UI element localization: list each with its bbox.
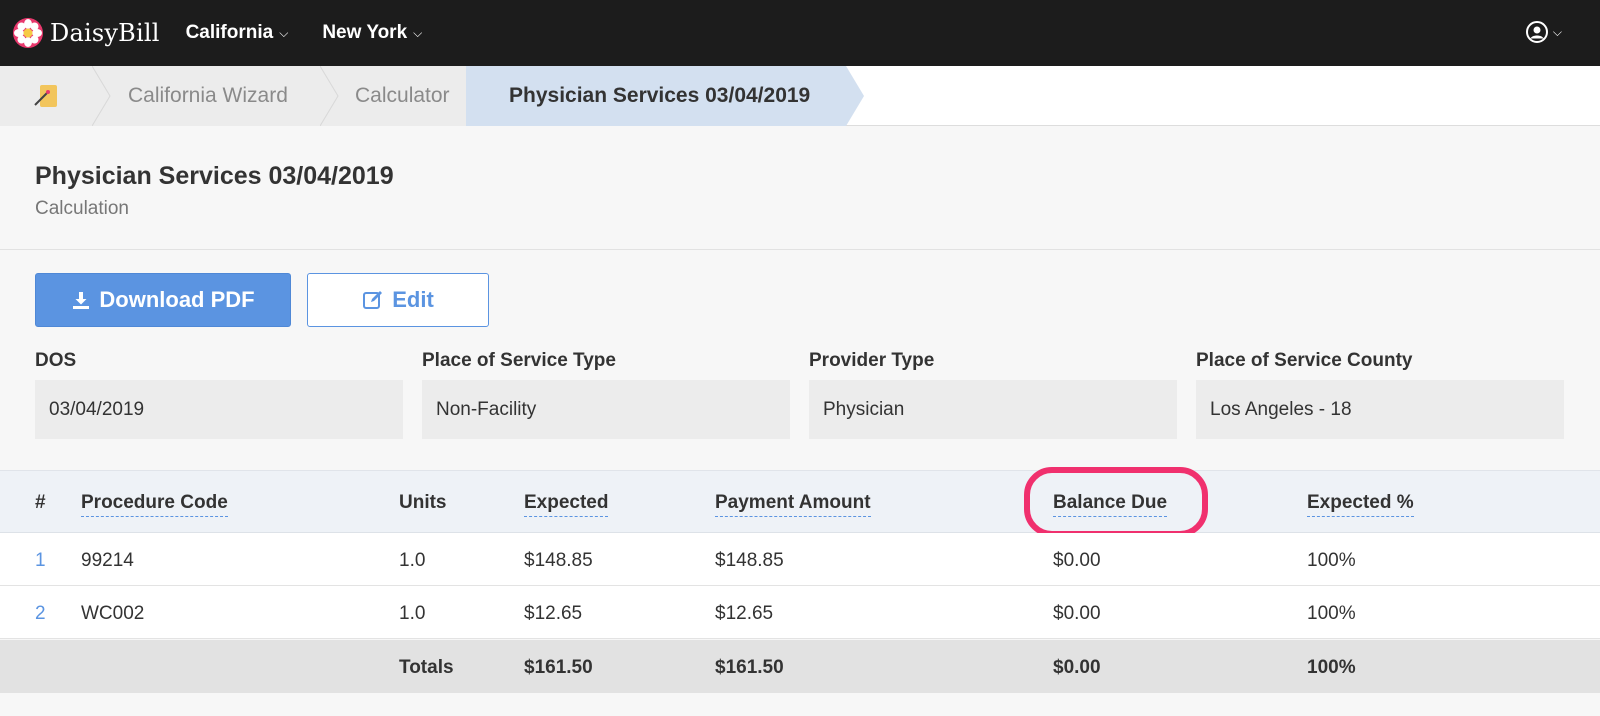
breadcrumb-home[interactable] <box>0 66 92 126</box>
total-expected: $161.50 <box>524 657 593 678</box>
place-of-service-type-label: Place of Service Type <box>422 350 616 371</box>
provider-type-label: Provider Type <box>809 350 935 371</box>
column-header-expected-percent[interactable]: Expected % <box>1307 492 1414 517</box>
total-balance-due: $0.00 <box>1053 657 1101 678</box>
units-cell: 1.0 <box>399 603 426 624</box>
download-pdf-button[interactable]: Download PDF <box>35 273 291 327</box>
expected-cell: $148.85 <box>524 550 593 571</box>
table-row: 1 99214 1.0 $148.85 $148.85 $0.00 100% <box>0 533 1600 586</box>
breadcrumb-california-wizard[interactable]: California Wizard <box>92 66 320 126</box>
place-of-service-county-value: Los Angeles - 18 <box>1196 380 1564 439</box>
nav-menu-california[interactable]: California ⌵ <box>186 22 289 44</box>
provider-type-value: Physician <box>809 380 1177 439</box>
balance-due-highlight <box>1024 467 1208 537</box>
total-payment-amount: $161.50 <box>715 657 784 678</box>
nav-menu-label: New York <box>322 22 408 43</box>
page-header: Physician Services 03/04/2019 Calculatio… <box>0 142 1600 250</box>
column-header-expected[interactable]: Expected <box>524 492 609 517</box>
chevron-down-icon: ⌵ <box>279 25 289 40</box>
balance-due-cell: $0.00 <box>1053 550 1101 571</box>
breadcrumb-current: Physician Services 03/04/2019 <box>466 66 846 126</box>
column-header-units: Units <box>399 492 447 513</box>
wand-icon <box>34 85 57 107</box>
payment-amount-cell: $12.65 <box>715 603 774 624</box>
download-icon <box>73 292 90 309</box>
payment-amount-cell: $148.85 <box>715 550 784 571</box>
totals-label: Totals <box>399 657 454 678</box>
edit-label: Edit <box>392 287 434 312</box>
table-header: # Procedure Code Units Expected Payment … <box>0 470 1600 533</box>
expected-percent-cell: 100% <box>1307 550 1356 571</box>
page-footer-space <box>0 693 1600 716</box>
chevron-down-icon: ⌵ <box>413 25 423 40</box>
totals-row: Totals $161.50 $161.50 $0.00 100% <box>0 640 1600 693</box>
place-of-service-type-value: Non-Facility <box>422 380 790 439</box>
top-nav: DaisyBill California ⌵ New York ⌵ ⌵ <box>0 0 1600 66</box>
table-row: 2 WC002 1.0 $12.65 $12.65 $0.00 100% <box>0 586 1600 639</box>
edit-icon <box>363 291 383 309</box>
edit-button[interactable]: Edit <box>307 273 489 327</box>
column-header-procedure-code[interactable]: Procedure Code <box>81 492 228 517</box>
brand-name: DaisyBill <box>50 19 160 47</box>
procedure-code-cell: 99214 <box>81 550 134 571</box>
row-number-link[interactable]: 2 <box>35 603 46 625</box>
breadcrumb-calculator[interactable]: Calculator <box>320 66 466 126</box>
nav-menu-label: California <box>185 22 274 43</box>
page-subtitle: Calculation <box>35 198 129 219</box>
user-circle-icon <box>1525 21 1548 43</box>
breadcrumb-separator <box>92 66 111 126</box>
row-number-link[interactable]: 1 <box>35 550 46 572</box>
expected-cell: $12.65 <box>524 603 583 624</box>
brand-logo[interactable]: DaisyBill <box>12 17 160 49</box>
breadcrumb-separator <box>846 66 864 126</box>
total-expected-percent: 100% <box>1307 657 1356 678</box>
expected-percent-cell: 100% <box>1307 603 1356 624</box>
dos-label: DOS <box>35 350 77 371</box>
page-title: Physician Services 03/04/2019 <box>35 162 394 190</box>
breadcrumb-separator <box>320 66 339 126</box>
procedure-code-cell: WC002 <box>81 603 145 624</box>
column-header-number: # <box>35 492 46 513</box>
place-of-service-county-label: Place of Service County <box>1196 350 1413 371</box>
balance-due-cell: $0.00 <box>1053 603 1101 624</box>
user-menu[interactable]: ⌵ <box>1525 20 1562 44</box>
daisy-icon <box>13 18 43 48</box>
nav-menu-new-york[interactable]: New York ⌵ <box>322 22 422 44</box>
download-pdf-label: Download PDF <box>99 287 255 312</box>
dos-value: 03/04/2019 <box>35 380 403 439</box>
column-header-payment-amount[interactable]: Payment Amount <box>715 492 871 517</box>
breadcrumb: California Wizard Calculator Physician S… <box>0 66 1600 126</box>
chevron-down-icon: ⌵ <box>1552 24 1562 39</box>
units-cell: 1.0 <box>399 550 426 571</box>
